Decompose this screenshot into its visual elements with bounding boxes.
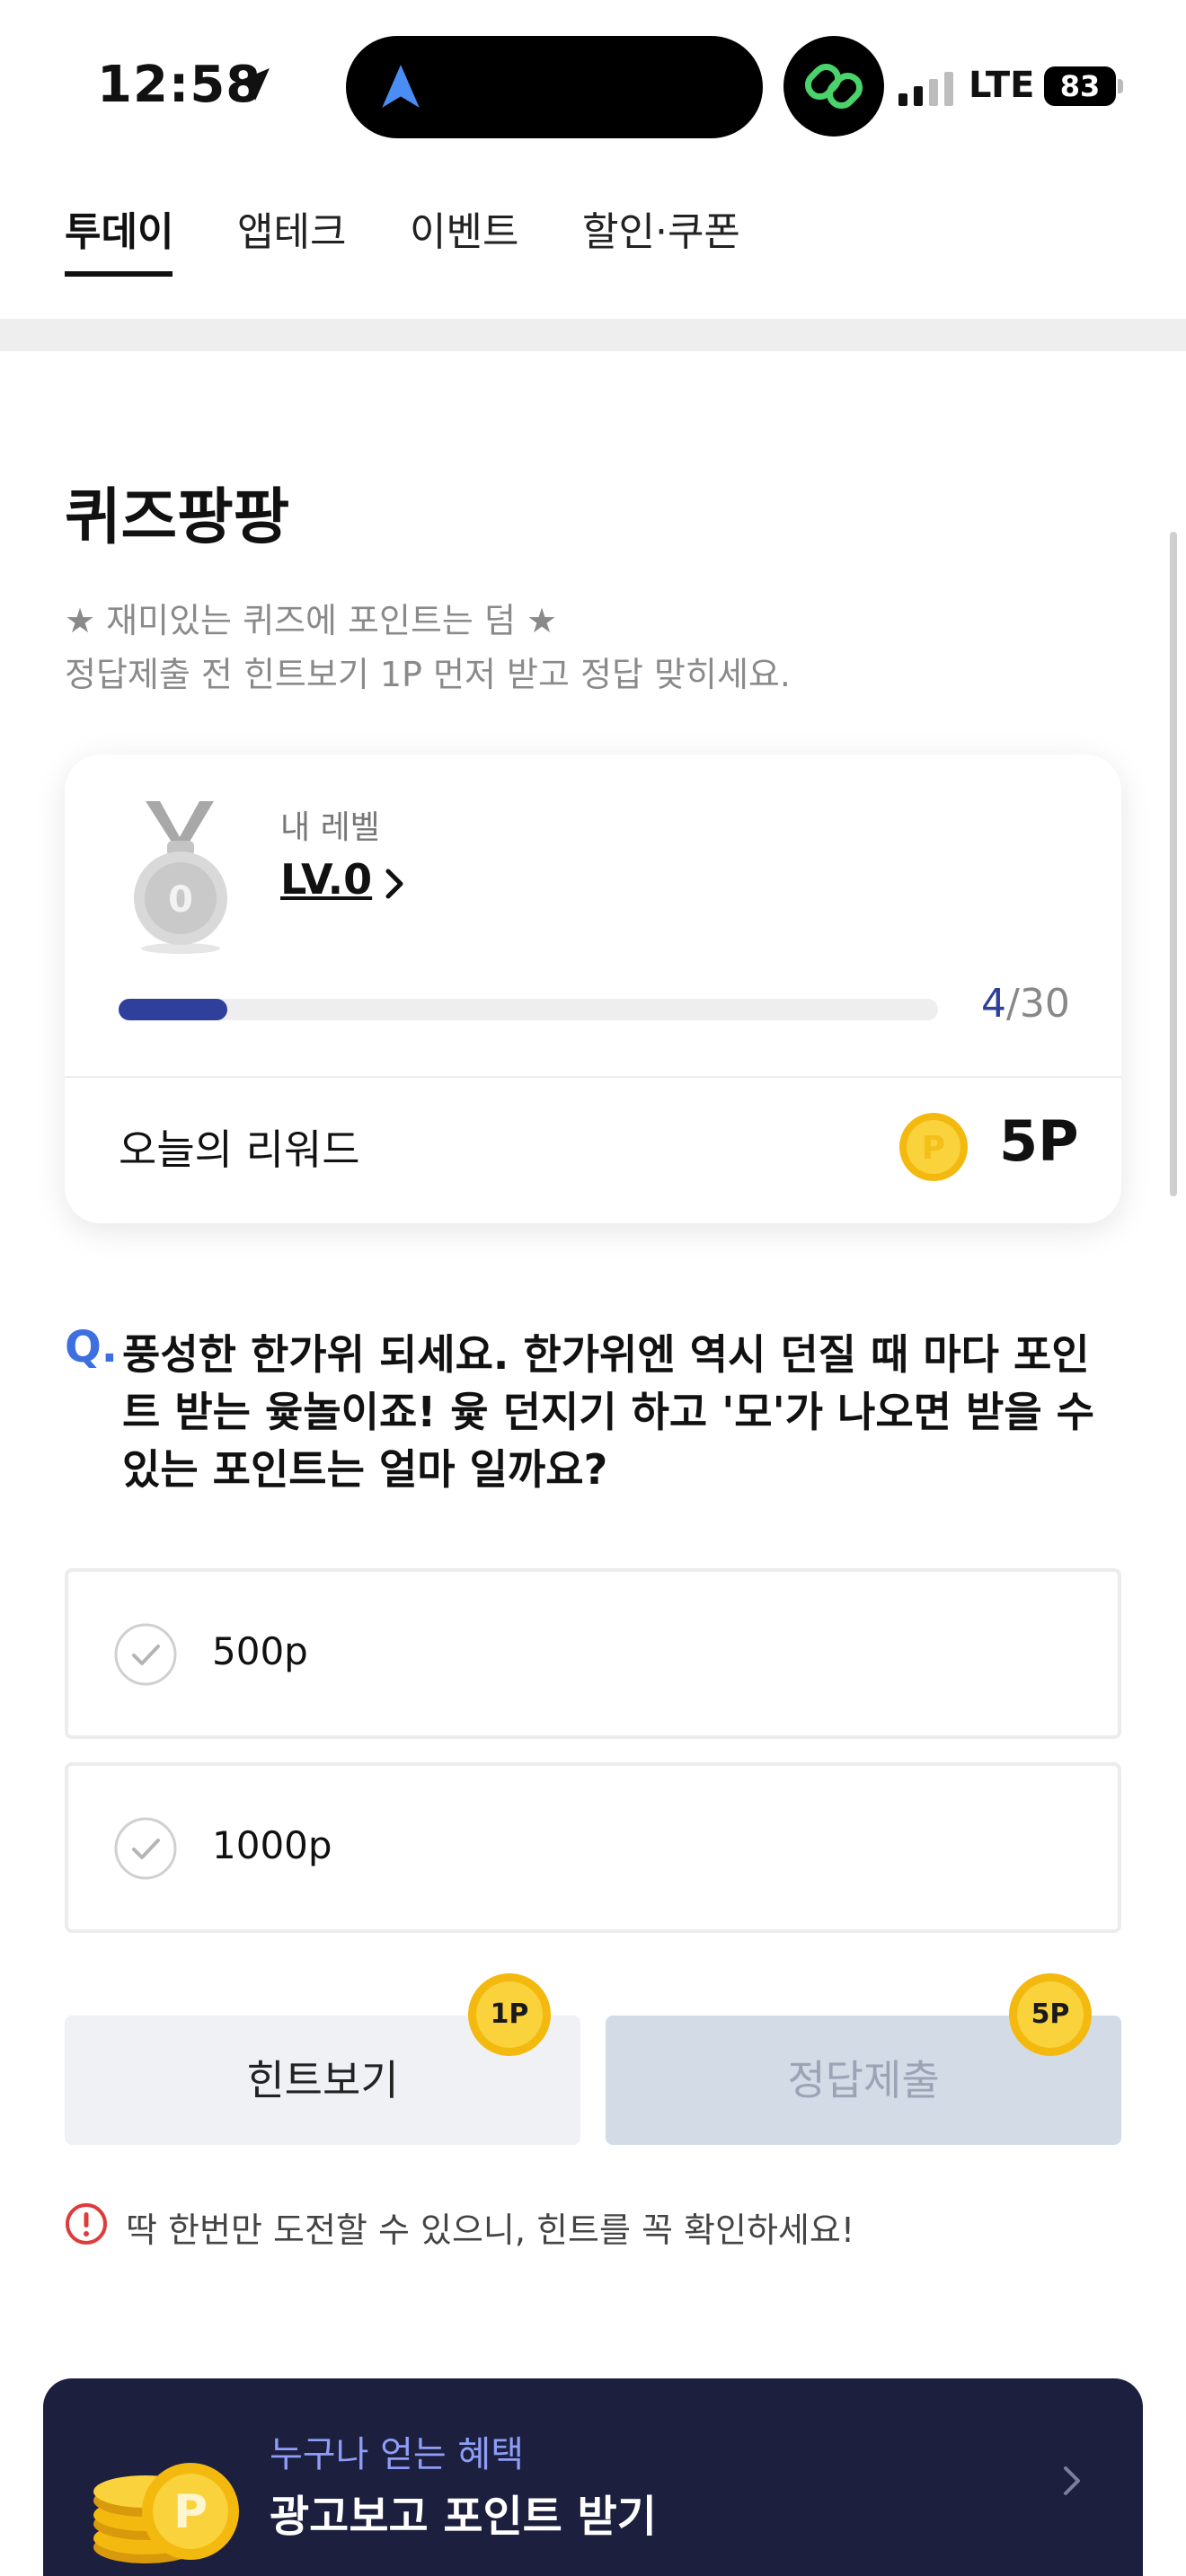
answer-option-1[interactable]: 500p	[65, 1568, 1121, 1739]
progress-total: /30	[1006, 981, 1070, 1027]
question-line: 풍성한 한가위 되세요. 한가위엔 역시 던질 때 마다 포인	[122, 1330, 1090, 1379]
today-reward-label: 오늘의 리워드	[119, 1125, 360, 1174]
ad-reward-banner[interactable]: P 누구나 얻는 혜택 광고보고 포인트 받기	[43, 2378, 1143, 2576]
medal-number: 0	[168, 879, 193, 921]
question-marker: Q.	[65, 1322, 119, 1372]
page-title: 퀴즈팡팡	[65, 482, 290, 553]
battery-cap	[1118, 79, 1123, 93]
level-label: 내 레벨	[280, 809, 380, 846]
location-arrow-icon	[237, 68, 270, 101]
battery-icon: 83	[1044, 66, 1123, 106]
tab-discount-coupon[interactable]: 할인·쿠폰	[582, 199, 740, 257]
warning-text: 딱 한번만 도전할 수 있으니, 힌트를 꼭 확인하세요!	[126, 2210, 855, 2250]
ad-subtitle: 누구나 얻는 혜택	[270, 2434, 525, 2475]
chevron-right-icon	[1064, 2466, 1080, 2495]
top-tabs: 투데이 앱테크 이벤트 할인·쿠폰	[0, 171, 1186, 319]
chain-link-icon	[804, 63, 863, 110]
answer-option-2[interactable]: 1000p	[65, 1762, 1121, 1933]
scrollbar[interactable]	[1170, 532, 1177, 1196]
level-card: 0 내 레벨 LV.0 4/30 오늘의 리워드 P 5P	[65, 754, 1121, 1223]
check-circle-icon	[114, 1817, 177, 1880]
level-progress-bar	[119, 999, 938, 1020]
progress-current: 4	[981, 981, 1006, 1027]
quiz-page: 12:58 LTE 83 투데이 앱테크 이벤트 할인·쿠폰 퀴즈팡팡 ★ 재미…	[0, 0, 1186, 2576]
quiz-description-line2: 정답제출 전 힌트보기 1P 먼저 받고 정답 맞히세요.	[65, 655, 791, 694]
check-circle-icon	[114, 1623, 177, 1686]
submit-badge-value: 5P	[1031, 1998, 1070, 2030]
section-divider	[0, 319, 1186, 351]
network-type: LTE	[969, 65, 1035, 106]
level-value-link[interactable]: LV.0	[280, 855, 372, 904]
tab-event[interactable]: 이벤트	[410, 199, 518, 257]
active-tab-indicator	[65, 271, 173, 277]
coin-stack-icon: P	[93, 2463, 239, 2563]
card-divider	[65, 1076, 1121, 1078]
chevron-right-icon[interactable]	[381, 864, 408, 904]
question-line: 트 받는 윷놀이죠! 윷 던지기 하고 '모'가 나오면 받을 수	[122, 1388, 1094, 1436]
quiz-description-line1: ★ 재미있는 퀴즈에 포인트는 덤 ★	[65, 601, 558, 640]
point-coin-icon: P	[899, 1113, 968, 1181]
link-app-icon	[783, 36, 884, 137]
navigation-arrow-icon	[382, 65, 420, 108]
battery-level: 83	[1044, 66, 1116, 106]
medal-icon: 0	[134, 801, 227, 954]
option-label: 500p	[212, 1629, 308, 1673]
status-bar: 12:58 LTE 83	[0, 0, 1186, 171]
dynamic-island	[346, 36, 763, 138]
tab-apptech[interactable]: 앱테크	[237, 199, 346, 257]
hint-badge-value: 1P	[490, 1998, 529, 2030]
question-line: 있는 포인트는 얼마 일까요?	[122, 1445, 608, 1494]
level-progress-fill	[119, 999, 228, 1020]
coin-letter: P	[922, 1130, 945, 1167]
level-progress-count: 4/30	[981, 981, 1070, 1027]
tab-today[interactable]: 투데이	[65, 199, 173, 257]
ad-title: 광고보고 포인트 받기	[270, 2492, 657, 2542]
signal-strength-icon	[898, 72, 953, 106]
coin-letter: P	[173, 2485, 208, 2539]
option-label: 1000p	[212, 1823, 332, 1867]
warning-icon	[66, 2203, 107, 2245]
today-reward-value: 5P	[999, 1108, 1079, 1174]
